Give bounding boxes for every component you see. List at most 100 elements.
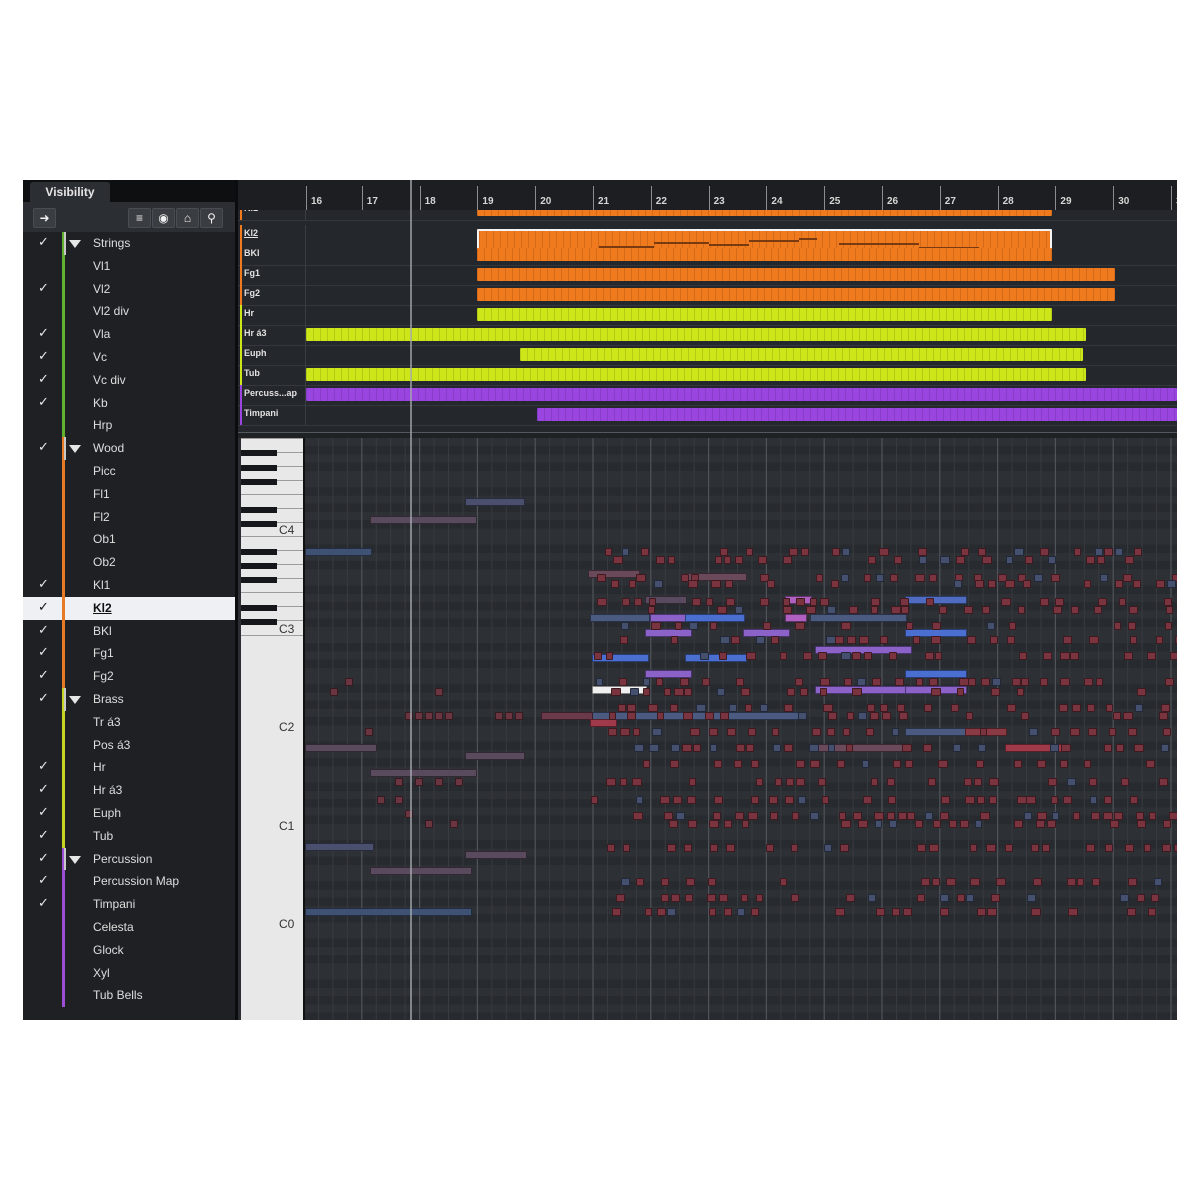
midi-note[interactable] <box>1083 760 1091 768</box>
black-key[interactable] <box>241 577 277 584</box>
visibility-check-icon[interactable]: ✓ <box>38 280 49 296</box>
midi-note[interactable] <box>741 820 750 828</box>
midi-note[interactable] <box>750 908 760 916</box>
midi-note[interactable] <box>905 670 967 678</box>
midi-note[interactable] <box>1068 908 1079 916</box>
midi-note[interactable] <box>588 570 640 578</box>
track-row[interactable]: ✓ Kl2 <box>23 596 235 620</box>
midi-note[interactable] <box>922 744 933 752</box>
midi-note[interactable] <box>802 652 812 660</box>
midi-note[interactable] <box>345 678 353 686</box>
visibility-check-icon[interactable]: ✓ <box>38 576 49 592</box>
midi-note[interactable] <box>1163 728 1171 736</box>
midi-note[interactable] <box>1148 812 1157 820</box>
midi-part[interactable] <box>476 288 1116 301</box>
visibility-check-icon[interactable]: ✓ <box>38 325 49 341</box>
midi-note[interactable] <box>975 760 985 768</box>
midi-note[interactable] <box>905 760 913 768</box>
midi-note[interactable] <box>435 712 443 720</box>
midi-note[interactable] <box>620 636 628 644</box>
midi-note[interactable] <box>1125 844 1134 852</box>
midi-note[interactable] <box>756 778 764 786</box>
midi-note[interactable] <box>705 598 714 606</box>
midi-note[interactable] <box>1097 556 1105 564</box>
midi-note[interactable] <box>913 636 921 644</box>
midi-note[interactable] <box>886 812 896 820</box>
midi-note[interactable] <box>1159 712 1169 720</box>
midi-note[interactable] <box>996 878 1006 886</box>
track-row[interactable]: ✓ BKl <box>23 619 235 643</box>
midi-note[interactable] <box>786 688 795 696</box>
midi-note[interactable] <box>673 796 682 804</box>
midi-note[interactable] <box>657 908 666 916</box>
track-row[interactable]: Xyl <box>23 961 235 985</box>
midi-note[interactable] <box>719 636 730 644</box>
midi-note[interactable] <box>1005 580 1015 588</box>
midi-note[interactable] <box>1162 844 1172 852</box>
midi-note[interactable] <box>645 629 692 637</box>
midi-note[interactable] <box>1033 878 1043 886</box>
midi-note[interactable] <box>686 878 695 886</box>
track-folder-row[interactable]: ✓ Wood <box>23 437 235 460</box>
midi-note[interactable] <box>435 778 443 786</box>
midi-note[interactable] <box>590 719 617 727</box>
midi-note[interactable] <box>788 548 798 556</box>
midi-note[interactable] <box>893 556 902 564</box>
midi-note[interactable] <box>798 796 807 804</box>
midi-note[interactable] <box>782 606 792 614</box>
midi-note[interactable] <box>735 606 743 614</box>
midi-note[interactable] <box>1050 728 1061 736</box>
midi-note[interactable] <box>1072 812 1081 820</box>
track-row[interactable]: ✓ Percussion Map <box>23 870 235 894</box>
midi-note[interactable] <box>1066 778 1077 786</box>
midi-note[interactable] <box>953 580 963 588</box>
midi-note[interactable] <box>892 728 900 736</box>
midi-note[interactable] <box>634 744 644 752</box>
midi-note[interactable] <box>796 760 805 768</box>
midi-note[interactable] <box>918 556 928 564</box>
midi-note[interactable] <box>465 752 525 760</box>
midi-note[interactable] <box>1026 796 1036 804</box>
midi-note[interactable] <box>887 778 896 786</box>
midi-note[interactable] <box>651 728 662 736</box>
midi-part[interactable] <box>537 408 1177 421</box>
midi-note[interactable] <box>684 844 692 852</box>
midi-note[interactable] <box>720 548 728 556</box>
midi-note[interactable] <box>618 678 628 686</box>
visibility-tab[interactable]: Visibility <box>30 182 110 202</box>
midi-note[interactable] <box>783 598 791 606</box>
midi-note[interactable] <box>841 622 851 630</box>
midi-note[interactable] <box>890 606 901 614</box>
midi-note[interactable] <box>1156 580 1166 588</box>
home-icon[interactable]: ⌂ <box>176 208 199 228</box>
midi-note[interactable] <box>1036 820 1046 828</box>
track-row[interactable]: ✓ Vc div <box>23 368 235 392</box>
folder-expand-icon[interactable] <box>69 855 81 864</box>
visibility-check-icon[interactable]: ✓ <box>38 622 49 638</box>
midi-note[interactable] <box>465 851 527 859</box>
midi-note[interactable] <box>968 678 977 686</box>
pin-icon[interactable]: ➜ <box>33 208 56 228</box>
midi-note[interactable] <box>435 688 443 696</box>
midi-note[interactable] <box>815 686 912 694</box>
midi-note[interactable] <box>621 598 630 606</box>
midi-note[interactable] <box>1017 606 1025 614</box>
midi-part[interactable] <box>476 210 1052 216</box>
track-row[interactable]: ✓ Vc <box>23 346 235 369</box>
midi-note[interactable] <box>906 622 914 630</box>
midi-note[interactable] <box>863 652 873 660</box>
track-folder-row[interactable]: ✓ Brass <box>23 688 235 711</box>
midi-note[interactable] <box>786 778 795 786</box>
midi-note[interactable] <box>633 812 643 820</box>
midi-note[interactable] <box>735 678 744 686</box>
midi-note[interactable] <box>879 636 889 644</box>
midi-note[interactable] <box>1114 580 1123 588</box>
midi-note[interactable] <box>669 704 678 712</box>
midi-note[interactable] <box>621 548 629 556</box>
midi-note[interactable] <box>927 778 936 786</box>
midi-note[interactable] <box>846 636 856 644</box>
midi-note[interactable] <box>642 760 650 768</box>
midi-note[interactable] <box>709 622 718 630</box>
midi-note[interactable] <box>1123 574 1132 582</box>
midi-note[interactable] <box>791 894 800 902</box>
